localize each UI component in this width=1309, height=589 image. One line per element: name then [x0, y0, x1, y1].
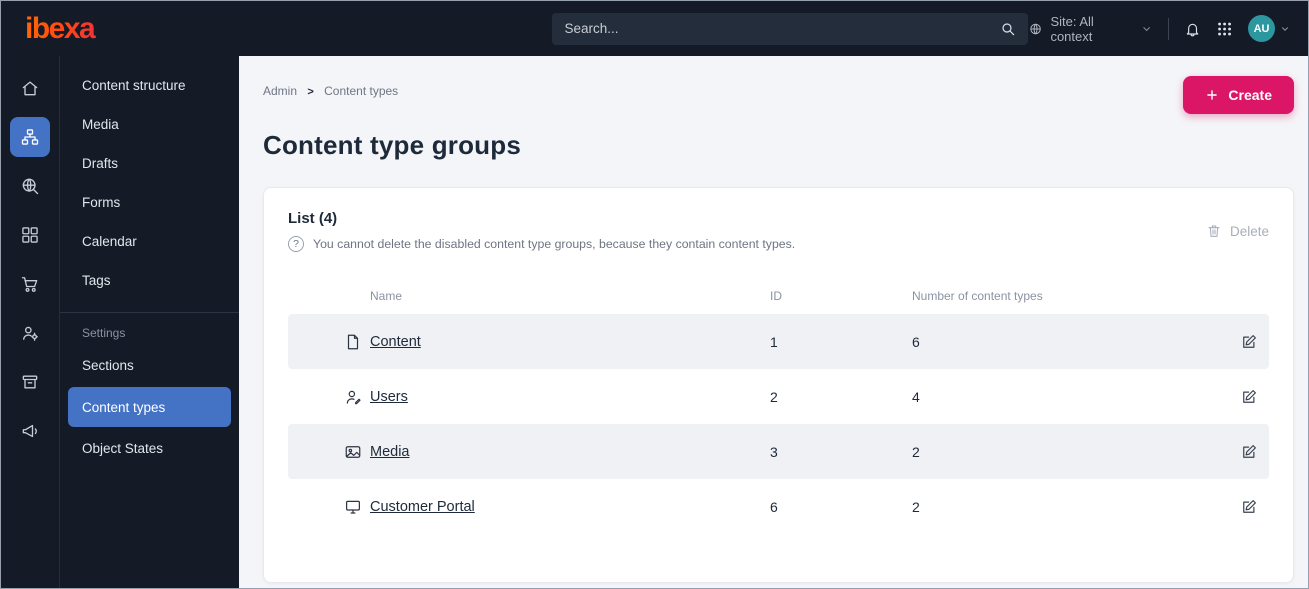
table-row-content: Content 1 6: [288, 314, 1269, 369]
chevron-down-icon: [1280, 24, 1290, 34]
user-edit-icon: [336, 388, 370, 406]
globe-icon: [1028, 21, 1043, 37]
rail-content-structure-icon[interactable]: [10, 117, 50, 157]
main-content: Admin > Content types Create Content typ…: [239, 56, 1308, 588]
icon-rail: [1, 56, 59, 588]
delete-button-label: Delete: [1229, 223, 1269, 239]
search-input[interactable]: [564, 21, 1001, 36]
breadcrumb: Admin > Content types: [263, 76, 398, 98]
create-button[interactable]: Create: [1183, 76, 1294, 114]
sidebar-item-tags[interactable]: Tags: [60, 261, 239, 300]
list-title: List (4): [288, 210, 338, 227]
column-header-count: Number of content types: [912, 289, 1043, 303]
row-count: 4: [912, 388, 920, 405]
sidebar-item-content-types[interactable]: Content types: [68, 387, 231, 427]
page-title: Content type groups: [263, 130, 522, 160]
table-header-row: Name ID Number of content types: [288, 278, 1269, 314]
sidebar-section-settings-label: Settings: [60, 312, 239, 346]
row-count: 2: [912, 498, 920, 515]
trash-icon: [1206, 223, 1222, 239]
customer-portal-monitor-icon: [336, 498, 370, 516]
site-context-dropdown[interactable]: Site: All context: [1028, 14, 1153, 44]
plus-icon: [1205, 88, 1219, 102]
content-file-icon: [336, 333, 370, 351]
row-count: 6: [912, 333, 920, 350]
breadcrumb-content-types: Content types: [324, 84, 399, 98]
sidebar-item-drafts[interactable]: Drafts: [60, 144, 239, 183]
rail-admin-icon[interactable]: [10, 362, 50, 402]
global-search: [552, 12, 1029, 45]
body-row: Content structure Media Drafts Forms Cal…: [1, 56, 1308, 588]
edit-icon[interactable]: [1229, 333, 1269, 351]
sidebar-item-forms[interactable]: Forms: [60, 183, 239, 222]
card-header-left: List (4) ? You cannot delete the disable…: [288, 210, 795, 252]
apps-grid-icon[interactable]: [1216, 20, 1233, 38]
helper-text: You cannot delete the disabled content t…: [313, 237, 796, 251]
sidebar-item-media[interactable]: Media: [60, 105, 239, 144]
row-id: 2: [770, 388, 778, 405]
content-type-group-link[interactable]: Media: [370, 444, 770, 460]
main-header-row: Admin > Content types Create: [263, 76, 1294, 114]
table-row-media: Media 3 2: [288, 424, 1269, 479]
rail-commerce-cart-icon[interactable]: [10, 264, 50, 304]
breadcrumb-admin[interactable]: Admin: [263, 84, 297, 98]
sidebar-item-content-structure[interactable]: Content structure: [60, 66, 239, 105]
edit-icon[interactable]: [1229, 388, 1269, 406]
ibexa-logo[interactable]: ibexa: [1, 12, 232, 46]
topbar-divider: [1167, 17, 1169, 40]
avatar[interactable]: AU: [1248, 15, 1276, 42]
search-icon[interactable]: [1000, 21, 1016, 37]
row-id: 1: [770, 333, 778, 350]
checkbox-cell: [288, 333, 336, 351]
row-count: 2: [912, 443, 920, 460]
content-type-groups-card: List (4) ? You cannot delete the disable…: [263, 187, 1294, 583]
content-type-groups-table: Name ID Number of content types Content …: [288, 278, 1269, 534]
table-row-users: Users 2 4: [288, 369, 1269, 424]
sidebar-item-calendar[interactable]: Calendar: [60, 222, 239, 261]
helper-row: ? You cannot delete the disabled content…: [288, 236, 795, 252]
column-header-name: Name: [370, 289, 403, 303]
row-id: 6: [770, 498, 778, 515]
table-row-customer-portal: Customer Portal 6 2: [288, 479, 1269, 534]
content-type-group-link[interactable]: Users: [370, 389, 770, 405]
content-type-group-link[interactable]: Content: [370, 334, 770, 350]
checkbox-cell: [288, 388, 336, 406]
delete-button[interactable]: Delete: [1206, 223, 1269, 239]
chevron-down-icon: [1141, 23, 1152, 35]
notifications-bell-icon[interactable]: [1184, 20, 1201, 38]
topbar: ibexa Site: All context: [1, 1, 1308, 56]
checkbox-cell: [288, 443, 336, 461]
select-all-cell: [288, 289, 336, 303]
edit-icon[interactable]: [1229, 498, 1269, 516]
column-header-id: ID: [770, 289, 782, 303]
sidebar-item-object-states[interactable]: Object States: [60, 429, 239, 468]
site-context-label: Site: All context: [1050, 13, 1094, 44]
row-id: 3: [770, 443, 778, 460]
rail-users-icon[interactable]: [10, 313, 50, 353]
sidebar: Content structure Media Drafts Forms Cal…: [59, 56, 239, 588]
create-button-label: Create: [1228, 87, 1272, 103]
content-type-group-link[interactable]: Customer Portal: [370, 499, 770, 515]
breadcrumb-separator: >: [307, 86, 314, 98]
app-window: ibexa Site: All context: [0, 0, 1309, 589]
rail-home-icon[interactable]: [10, 68, 50, 108]
media-image-icon: [336, 443, 370, 461]
rail-marketing-megaphone-icon[interactable]: [10, 411, 50, 451]
card-header: List (4) ? You cannot delete the disable…: [288, 210, 1269, 252]
sidebar-item-sections[interactable]: Sections: [60, 346, 239, 385]
question-circle-icon: ?: [288, 236, 304, 252]
topbar-actions: Site: All context AU: [1028, 14, 1308, 44]
rail-search-globe-icon[interactable]: [10, 166, 50, 206]
checkbox-cell: [288, 498, 336, 516]
edit-icon[interactable]: [1229, 443, 1269, 461]
rail-page-builder-icon[interactable]: [10, 215, 50, 255]
user-menu[interactable]: AU: [1248, 15, 1290, 42]
